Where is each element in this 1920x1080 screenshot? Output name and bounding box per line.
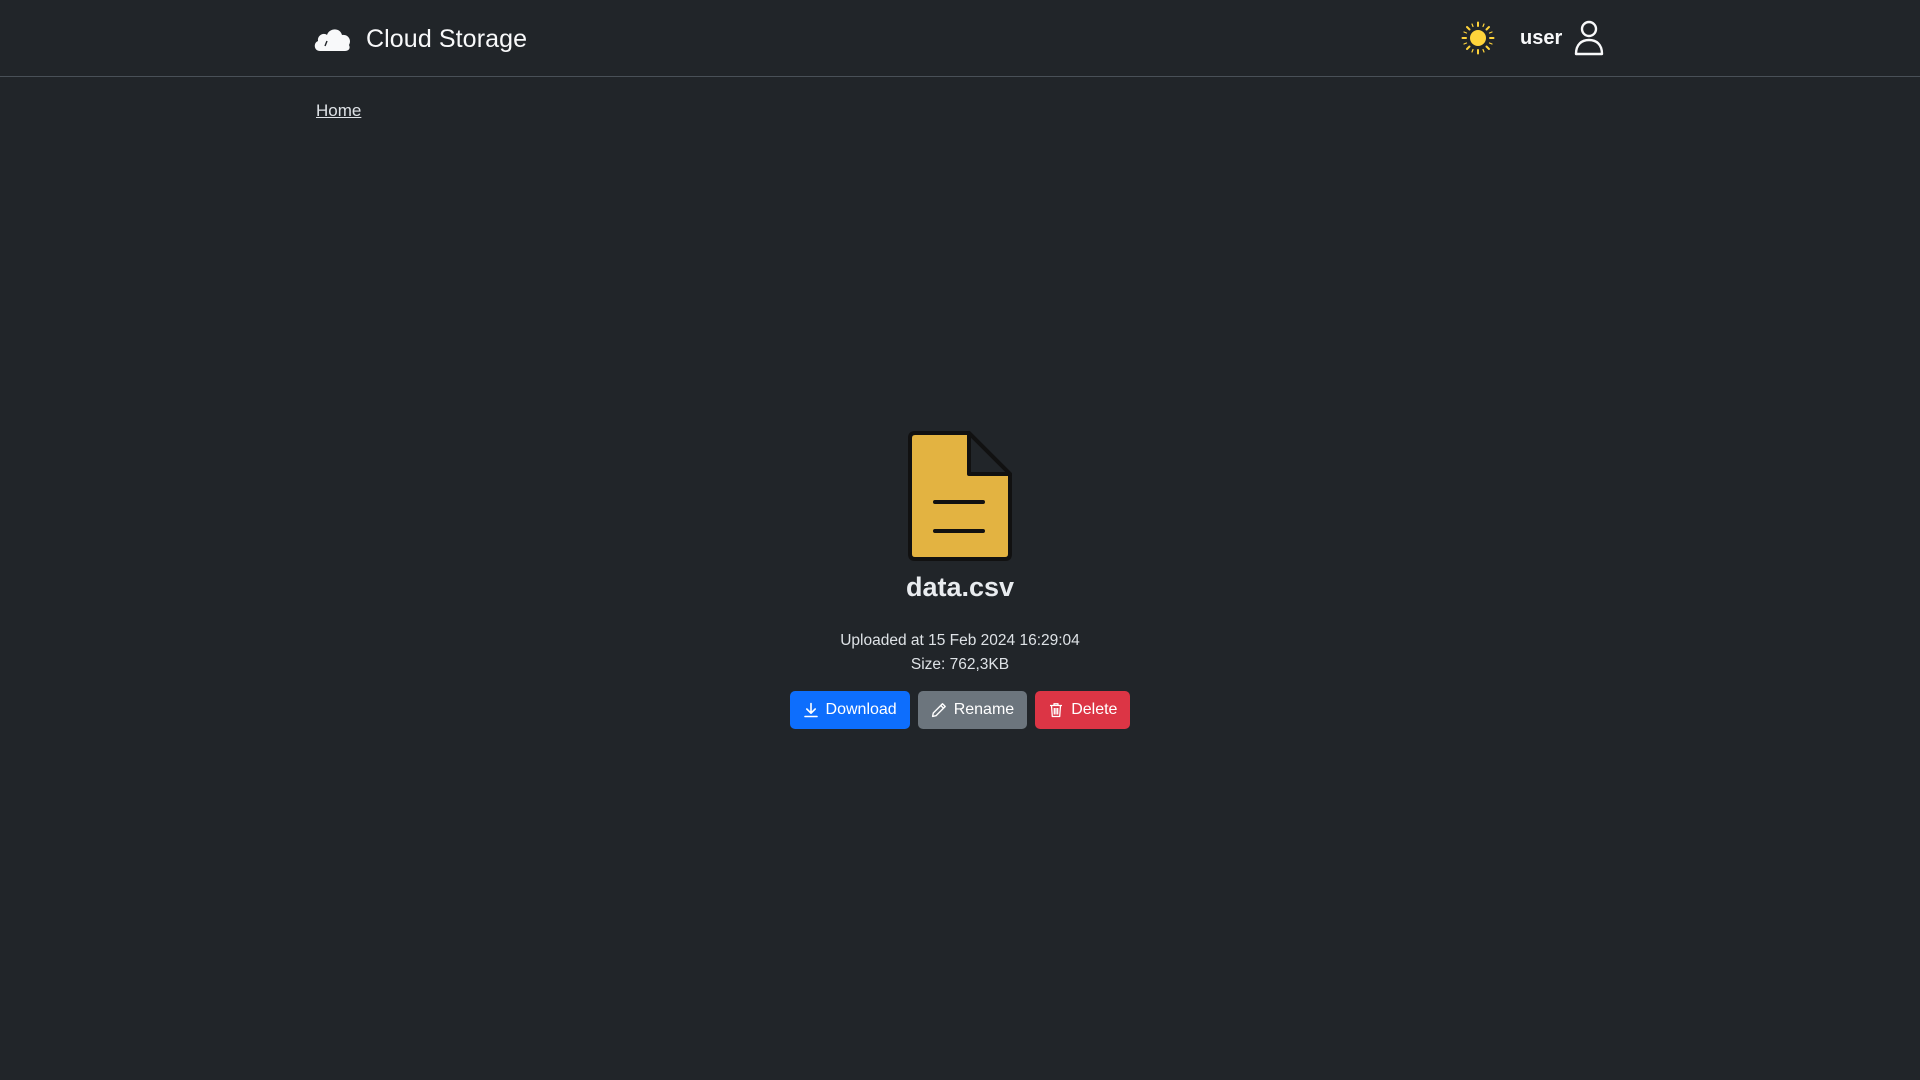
navbar: Cloud Storage user (0, 0, 1920, 77)
cloud-icon (314, 29, 351, 51)
file-size: Size: 762,3KB (910, 656, 1010, 673)
person-icon (1575, 20, 1604, 56)
file-details: data.csv Uploaded at 15 Feb 2024 16:29:0… (660, 430, 1260, 729)
rename-label: Rename (953, 701, 1015, 718)
file-actions: Download Rename Delete (789, 691, 1131, 729)
sun-icon (1461, 21, 1495, 55)
file-name: data.csv (905, 572, 1015, 602)
username-label: user (1520, 26, 1563, 49)
trash-icon (1050, 703, 1063, 718)
rename-button[interactable]: Rename (917, 691, 1028, 729)
download-button[interactable]: Download (789, 691, 910, 729)
file-text-icon (908, 431, 1012, 561)
delete-label: Delete (1071, 701, 1118, 718)
app-title: Cloud Storage (366, 24, 528, 53)
upload-date: Uploaded at 15 Feb 2024 16:29:04 (840, 632, 1080, 649)
theme-toggle-button[interactable] (1460, 20, 1496, 56)
file-meta: Uploaded at 15 Feb 2024 16:29:04 Size: 7… (840, 629, 1080, 677)
pencil-icon (931, 703, 946, 718)
download-label: Download (825, 701, 897, 718)
user-menu[interactable]: user (1520, 18, 1604, 58)
delete-button[interactable]: Delete (1035, 691, 1131, 729)
brand-link[interactable]: Cloud Storage (312, 20, 527, 58)
breadcrumb-home-link[interactable]: Home (316, 101, 361, 121)
download-icon (803, 702, 818, 718)
